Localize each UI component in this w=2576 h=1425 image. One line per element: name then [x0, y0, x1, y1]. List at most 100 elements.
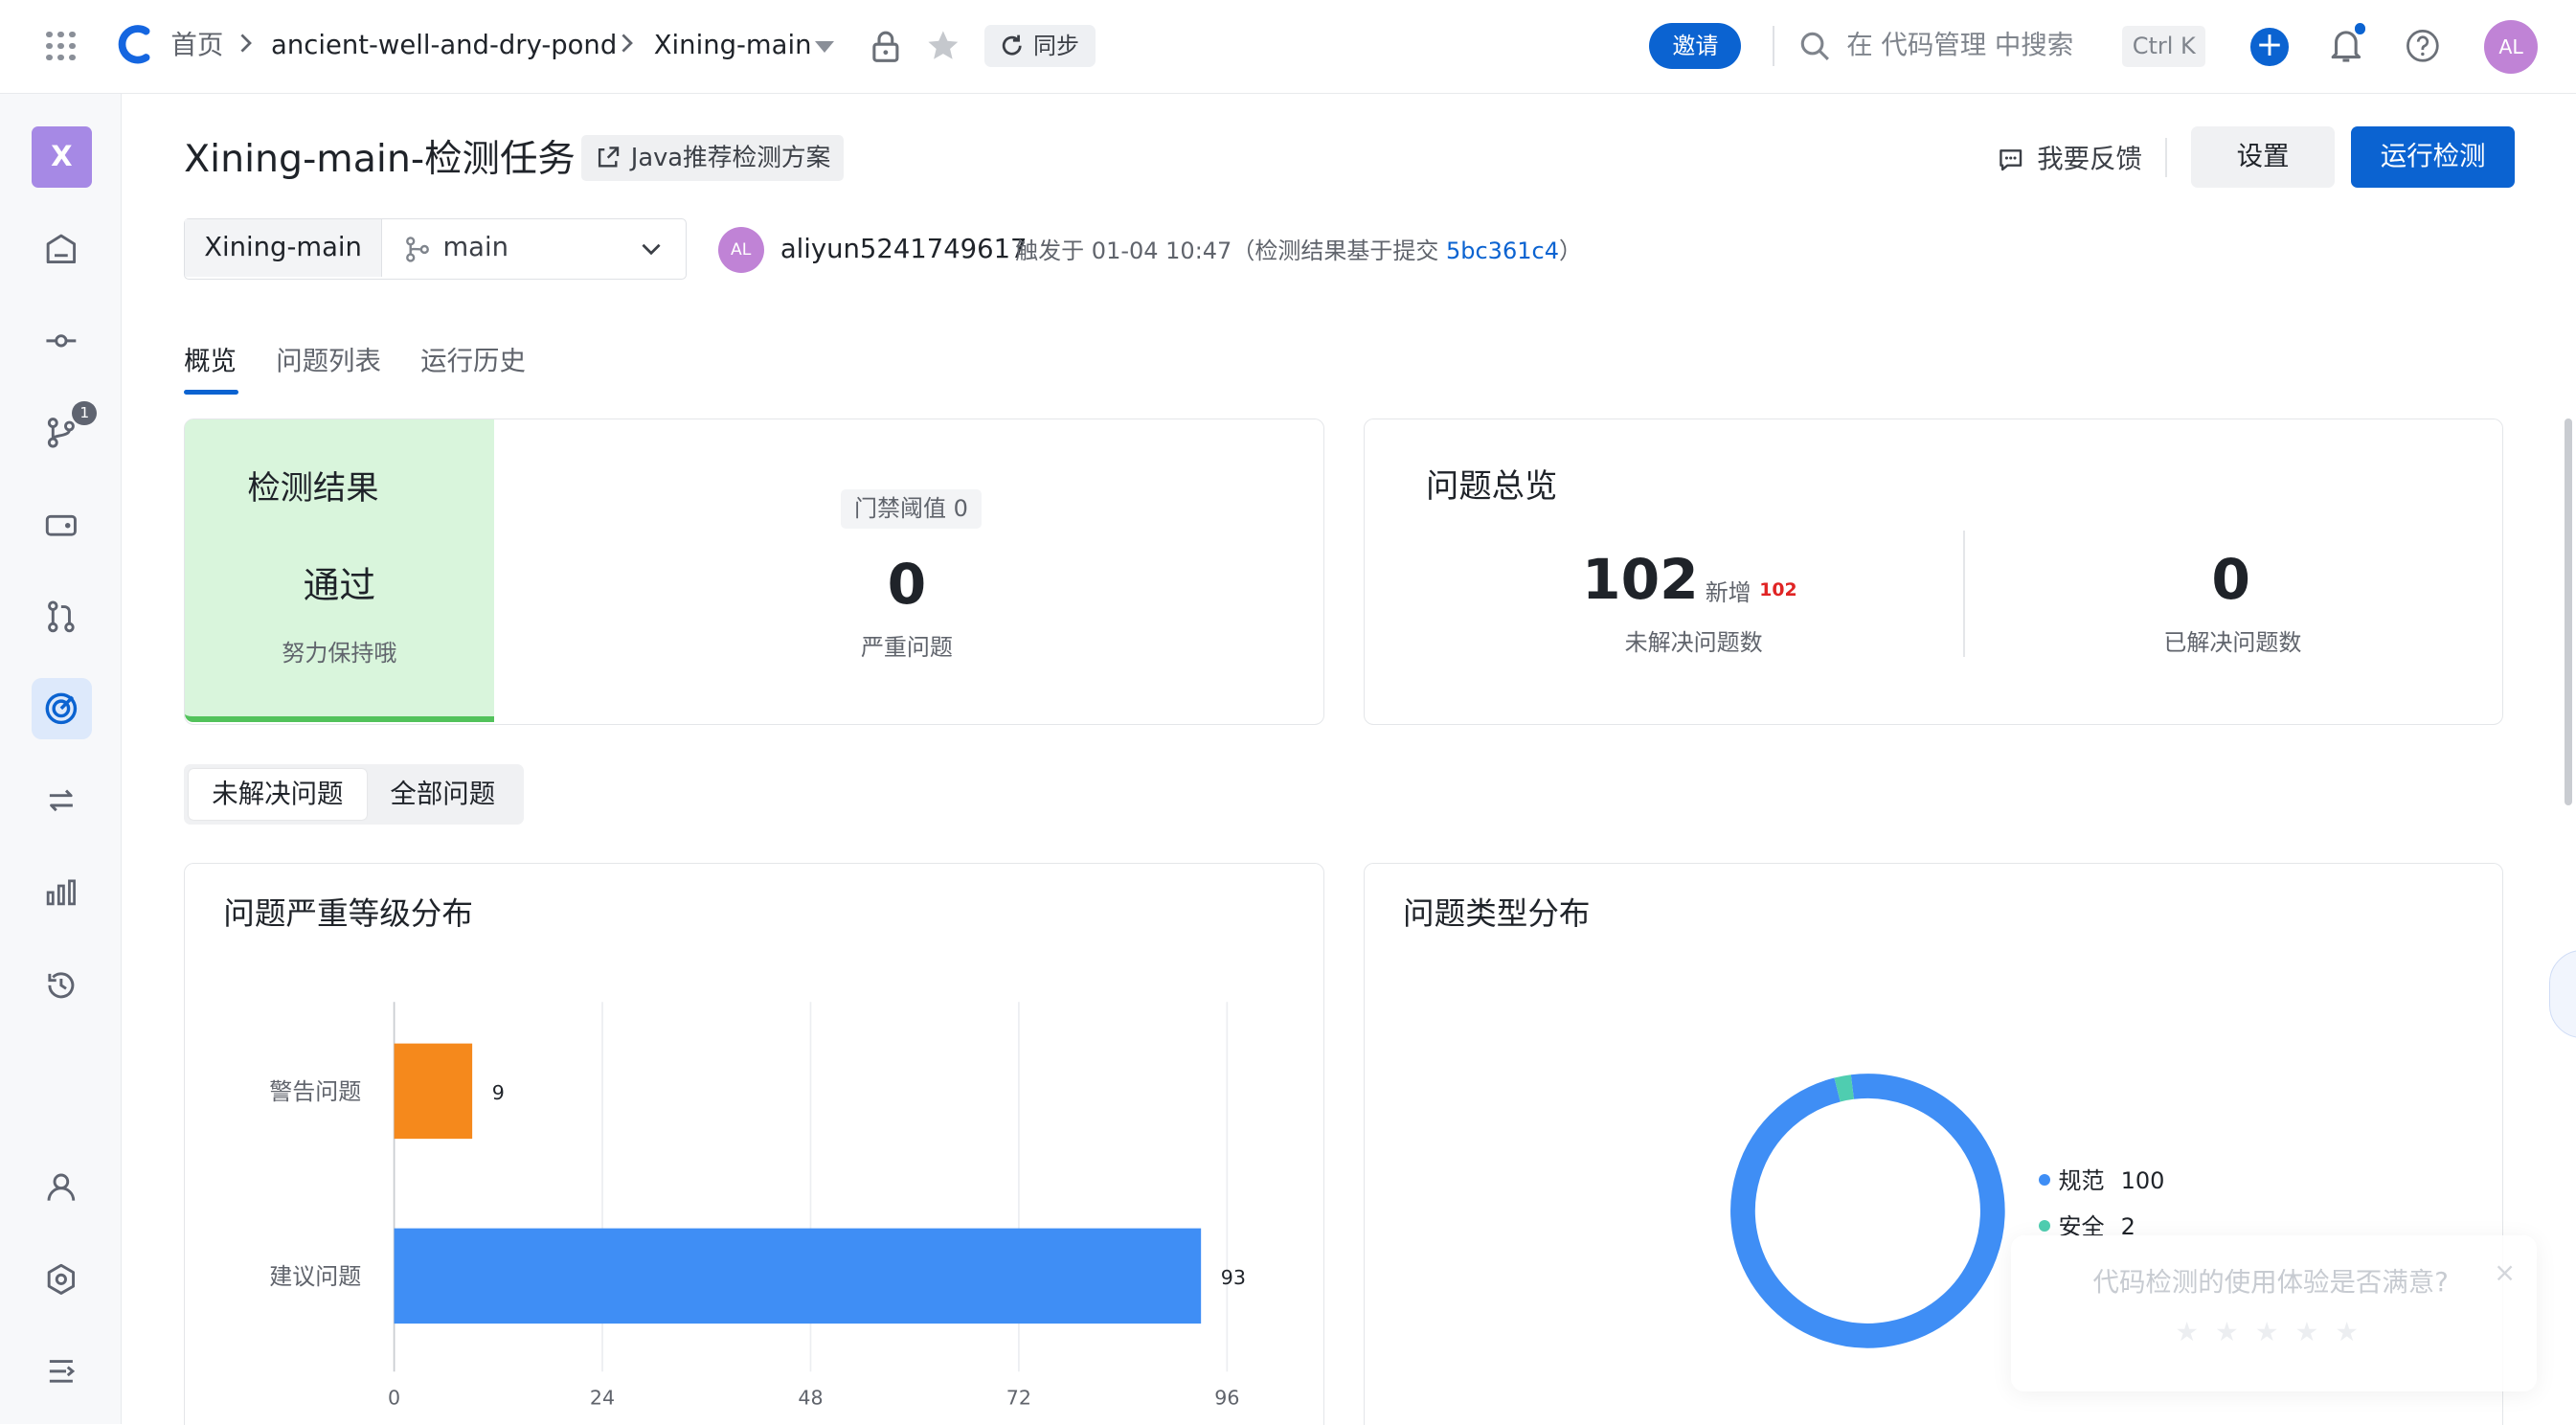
- result-status-panel: 检测结果 通过 努力保持哦: [185, 419, 494, 723]
- satisfaction-survey: 代码检测的使用体验是否满意? × ★★★★★: [2010, 1235, 2537, 1392]
- sidebar-item-tags[interactable]: [32, 494, 92, 554]
- logo-icon[interactable]: [115, 23, 154, 66]
- sidebar-item-pipelines[interactable]: [32, 771, 92, 831]
- code-scan-icon: [46, 692, 78, 725]
- external-link-icon: [598, 147, 620, 168]
- sidebar-item-history[interactable]: [32, 955, 92, 1015]
- breadcrumb-home[interactable]: 首页: [170, 28, 223, 64]
- chevron-right-icon: [621, 34, 633, 53]
- legend-dot: [2038, 1219, 2050, 1232]
- survey-rating-stars[interactable]: ★★★★★: [2175, 1318, 2375, 1347]
- tab-issue-list[interactable]: 问题列表: [276, 344, 381, 380]
- scheme-tag[interactable]: Java推荐检测方案: [581, 134, 845, 181]
- invite-button[interactable]: 邀请: [1649, 23, 1742, 70]
- stats-icon: [47, 879, 77, 906]
- result-hint: 努力保持哦: [282, 639, 397, 667]
- sidebar-item-code-scan[interactable]: [31, 678, 93, 739]
- sync-button[interactable]: 同步: [983, 24, 1096, 68]
- divider: [1963, 531, 1965, 658]
- resolved-count: 0: [2211, 547, 2250, 613]
- search-icon[interactable]: [1798, 30, 1831, 62]
- issue-scope-switch: 未解决问题 全部问题: [184, 763, 525, 826]
- page-title: Xining-main-检测任务: [184, 136, 576, 181]
- severity-bar-chart: 0 24 48 72 96 警告问题 9 建议问题 93: [269, 1002, 1246, 1410]
- x-tick-label: 96: [1214, 1387, 1239, 1410]
- run-scan-button[interactable]: 运行检测: [2350, 126, 2516, 188]
- tab-overview[interactable]: 概览: [184, 344, 237, 380]
- legend-item[interactable]: 规范 100: [2038, 1165, 2165, 1197]
- resolved-label: 已解决问题数: [2163, 628, 2302, 656]
- help-icon[interactable]: [2405, 28, 2441, 64]
- new-label: 新增: [1705, 579, 1751, 607]
- chevron-right-icon: [240, 34, 252, 53]
- pipeline-icon: [50, 789, 74, 812]
- sidebar-item-settings[interactable]: [32, 1249, 92, 1309]
- active-tab-indicator: [184, 389, 238, 395]
- lock-icon[interactable]: [868, 28, 904, 64]
- donut-slice-standard: [1730, 1074, 2005, 1348]
- unresolved-issues-toggle[interactable]: 未解决问题: [189, 768, 367, 821]
- feedback-link[interactable]: 我要反馈: [1998, 142, 2142, 178]
- search-input[interactable]: 在 代码管理 中搜索: [1846, 28, 2073, 64]
- create-button[interactable]: +: [2250, 27, 2289, 66]
- page-scrollbar[interactable]: [2564, 418, 2573, 805]
- user-avatar[interactable]: AL: [2483, 19, 2539, 75]
- notification-dot: [2352, 21, 2368, 36]
- survey-question: 代码检测的使用体验是否满意?: [2092, 1267, 2449, 1298]
- dashboard-icon: [47, 234, 77, 264]
- branch-count-badge: 1: [72, 400, 98, 426]
- app-root: 首页 ancient-well-and-dry-pond Xining-main…: [0, 0, 2576, 1425]
- survey-close-icon[interactable]: ×: [2494, 1258, 2516, 1288]
- x-tick-label: 48: [798, 1387, 823, 1410]
- trigger-text-end: ）: [1558, 238, 1582, 265]
- project-avatar[interactable]: X: [31, 126, 93, 188]
- unresolved-count: 102: [1582, 547, 1699, 613]
- severity-chart-title: 问题严重等级分布: [223, 894, 473, 932]
- refresh-icon: [1002, 34, 1022, 56]
- sidebar-item-dashboard[interactable]: [32, 218, 92, 279]
- commit-link[interactable]: 5bc361c4: [1446, 238, 1559, 264]
- collapse-icon: [50, 1359, 76, 1383]
- star-icon[interactable]: [925, 28, 961, 64]
- legend-dot: [2038, 1173, 2050, 1186]
- x-tick-label: 24: [590, 1387, 615, 1410]
- top-bar: 首页 ancient-well-and-dry-pond Xining-main…: [0, 0, 2576, 94]
- severe-label: 严重问题: [860, 633, 953, 661]
- sidebar-collapse[interactable]: [32, 1341, 92, 1401]
- tab-run-history[interactable]: 运行历史: [420, 344, 526, 380]
- trigger-user[interactable]: aliyun5241749617: [780, 232, 1028, 268]
- assistant-float-button[interactable]: [2549, 949, 2576, 1039]
- donut-slice-security: [1834, 1074, 1855, 1102]
- sidebar: X 1: [0, 93, 122, 1425]
- trigger-text: 触发于 01-04 10:47（检测结果基于提交: [1015, 238, 1439, 265]
- apps-grid-icon[interactable]: [46, 31, 76, 61]
- merge-request-icon: [48, 600, 76, 633]
- result-status: 通过: [303, 563, 376, 606]
- repo-branch-selector[interactable]: Xining-main main: [184, 218, 688, 280]
- tag-icon: [46, 515, 78, 536]
- commit-icon: [46, 334, 77, 348]
- member-icon: [47, 1173, 76, 1201]
- all-issues-toggle[interactable]: 全部问题: [367, 769, 520, 820]
- breadcrumb-project[interactable]: Xining-main: [654, 28, 812, 64]
- feedback-label: 我要反馈: [2037, 144, 2142, 174]
- settings-button[interactable]: 设置: [2191, 126, 2335, 188]
- bar-value-label: 9: [492, 1081, 505, 1104]
- sidebar-item-merge-requests[interactable]: [32, 586, 92, 646]
- x-tick-label: 72: [1006, 1387, 1031, 1410]
- legend-value: 100: [2120, 1167, 2165, 1195]
- overview-title: 问题总览: [1426, 466, 1558, 506]
- sidebar-item-commits[interactable]: [32, 310, 92, 371]
- sidebar-item-statistics[interactable]: [32, 863, 92, 923]
- trigger-info: 触发于 01-04 10:47（检测结果基于提交 5bc361c4）: [1015, 235, 1582, 267]
- trigger-user-avatar[interactable]: AL: [717, 226, 764, 273]
- unresolved-label: 未解决问题数: [1624, 628, 1763, 656]
- sidebar-item-members[interactable]: [32, 1157, 92, 1217]
- x-tick-label: 0: [388, 1387, 400, 1410]
- bar-value-label: 93: [1221, 1266, 1246, 1289]
- scheme-tag-label: Java推荐检测方案: [630, 143, 831, 172]
- caret-down-icon[interactable]: [814, 40, 834, 53]
- branch-select: main: [442, 233, 509, 263]
- bar-suggestion: [394, 1228, 1202, 1324]
- breadcrumb-repo[interactable]: ancient-well-and-dry-pond: [271, 28, 617, 64]
